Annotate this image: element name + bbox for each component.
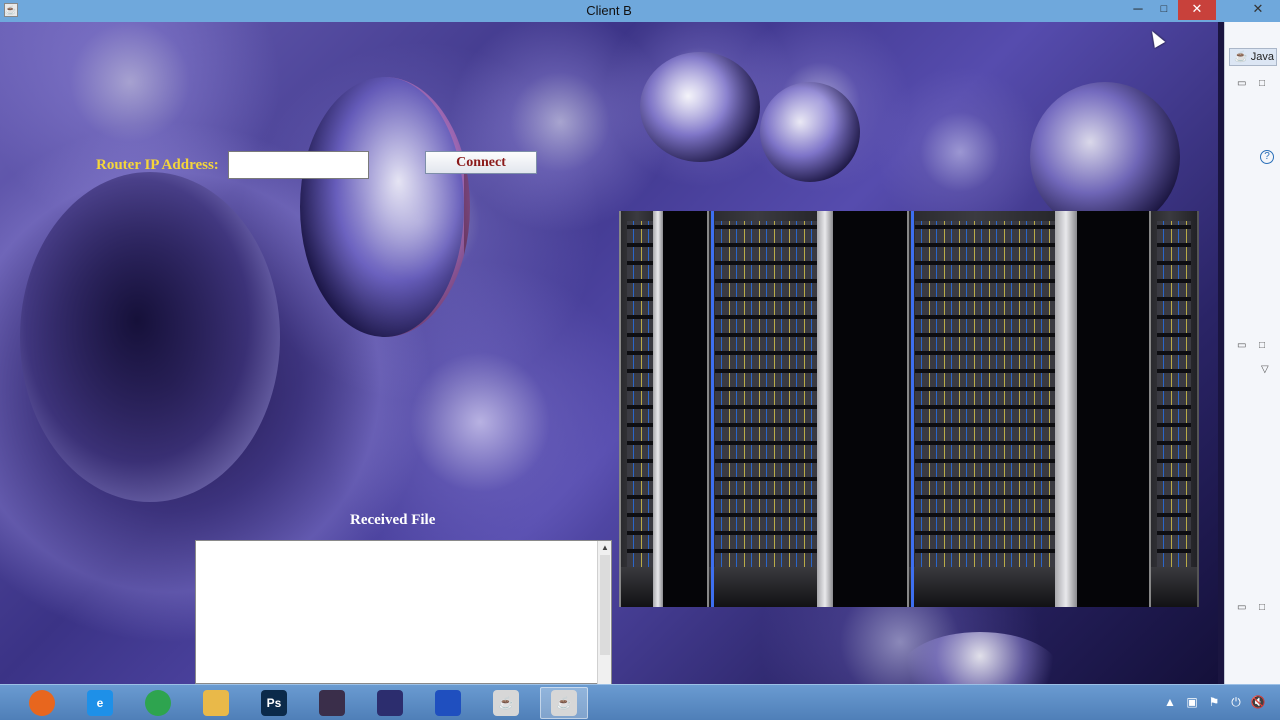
power-icon[interactable]: ⏻ [1228,694,1244,710]
eclipse-icon [377,690,403,716]
server-rack-image [619,211,1199,607]
received-file-textarea[interactable]: ▲ [195,540,612,685]
scroll-thumb[interactable] [600,555,610,655]
taskbar-remote-app-button[interactable] [424,687,472,719]
folder-icon [203,690,229,716]
help-icon[interactable]: ? [1260,150,1274,164]
photoshop-icon: Ps [261,690,287,716]
background-sphere [760,82,860,182]
view-menu-icon[interactable]: ▽ [1261,364,1269,375]
minimize-view-icon[interactable]: ▭ [1237,602,1246,613]
rack-door-edge [817,211,833,607]
maximize-view-icon[interactable]: □ [1259,78,1265,89]
taskbar-eclipse-button[interactable] [366,687,414,719]
java-cup-icon: ☕ [493,690,519,716]
firefox-icon [29,690,55,716]
maximize-view-icon[interactable]: □ [1259,602,1265,613]
taskbar-java-ee-ide-button[interactable] [308,687,356,719]
window-titlebar: ☕ Client B ─ □ ✕ ✕ [0,0,1280,22]
rack-door-edge [1055,211,1077,607]
show-hidden-icons-icon[interactable]: ▲ [1162,694,1178,710]
java-perspective-button[interactable]: ☕ Java [1229,48,1277,66]
window-title: Client B [586,3,632,18]
background-sphere [1030,82,1180,232]
taskbar-file-explorer-button[interactable] [192,687,240,719]
server-rack [907,211,1077,607]
server-rack [707,211,833,607]
rack-door-edge [653,211,663,607]
received-file-label: Received File [350,512,436,528]
received-file-scrollbar[interactable]: ▲ [597,541,611,685]
rack-blue-light [911,211,914,607]
system-tray: ▲ ▣ ⚑ ⏻ 🔇 [1162,694,1266,710]
taskbar-firefox-button[interactable] [18,687,66,719]
maximize-view-icon[interactable]: □ [1259,340,1265,351]
internet-explorer-icon: e [87,690,113,716]
background-ide-panel: ☕ Java ▭ □ ▭ □ ▽ ▭ □ [1224,22,1280,684]
router-ip-input[interactable] [228,151,369,179]
connect-button[interactable]: Connect [425,151,537,174]
taskbar-photoshop-button[interactable]: Ps [250,687,298,719]
background-sphere [900,632,1060,684]
background-sphere [640,52,760,162]
taskbar-chrome-button[interactable] [134,687,182,719]
java-cup-icon: ☕ [551,690,577,716]
network-icon[interactable]: ▣ [1184,694,1200,710]
volume-icon[interactable]: 🔇 [1250,694,1266,710]
java-ee-ide-icon [319,690,345,716]
server-rack [1149,211,1199,607]
maximize-button[interactable]: □ [1154,0,1174,20]
background-sphere [20,172,280,502]
action-center-icon[interactable]: ⚑ [1206,694,1222,710]
remote-app-icon [435,690,461,716]
taskbar-java-app-1-button[interactable]: ☕ [482,687,530,719]
scroll-up-arrow-icon[interactable]: ▲ [599,542,611,554]
background-window-close-button[interactable]: ✕ [1240,0,1276,20]
minimize-view-icon[interactable]: ▭ [1237,340,1246,351]
close-button[interactable]: ✕ [1178,0,1216,20]
taskbar-java-app-2-button[interactable]: ☕ [540,687,588,719]
taskbar: e Ps ☕ ☕ ▲ ▣ ⚑ ⏻ 🔇 [0,684,1280,720]
minimize-view-icon[interactable]: ▭ [1237,78,1246,89]
router-ip-label: Router IP Address: [96,157,219,173]
rack-blue-light [711,211,714,607]
minimize-button[interactable]: ─ [1128,0,1148,20]
chrome-icon [145,690,171,716]
background-sphere [300,77,470,337]
taskbar-internet-explorer-button[interactable]: e [76,687,124,719]
